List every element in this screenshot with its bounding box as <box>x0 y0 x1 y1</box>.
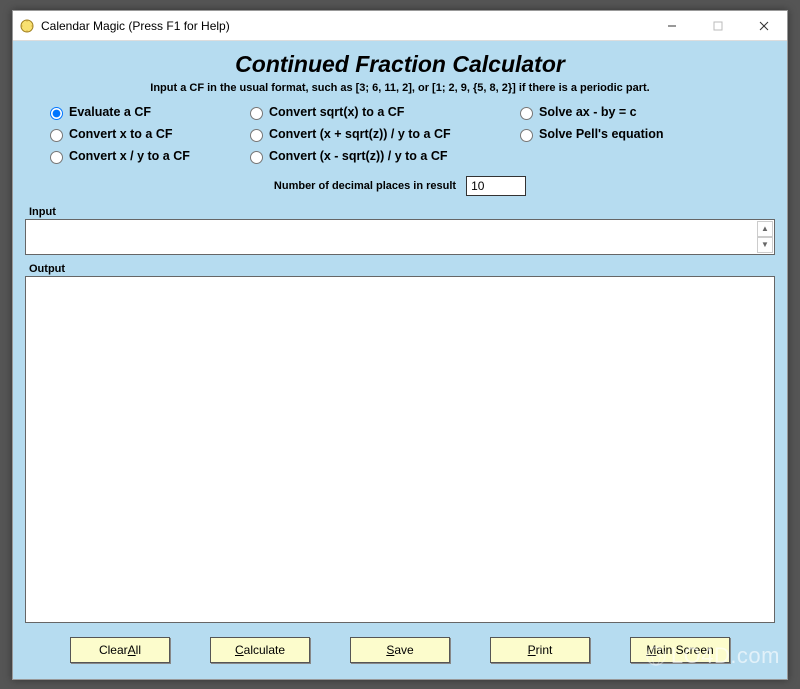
radio-label: Evaluate a CF <box>69 105 151 119</box>
decimal-places-label: Number of decimal places in result <box>274 180 456 192</box>
radio-convert-x-minus-sqrtz[interactable]: Convert (x - sqrt(z)) / y to a CF <box>245 148 515 164</box>
output-field[interactable] <box>25 276 775 623</box>
radio-convert-x-over-y-input[interactable] <box>50 151 63 164</box>
radio-convert-x-plus-sqrtz-input[interactable] <box>250 129 263 142</box>
radio-label: Convert sqrt(x) to a CF <box>269 105 404 119</box>
spinner-up-button[interactable]: ▲ <box>757 221 773 237</box>
maximize-button[interactable] <box>695 11 741 41</box>
chevron-down-icon: ▼ <box>761 241 769 249</box>
page-title: Continued Fraction Calculator <box>25 51 775 78</box>
radio-label: Convert (x - sqrt(z)) / y to a CF <box>269 149 447 163</box>
clear-all-button[interactable]: Clear All <box>70 637 170 663</box>
radio-convert-x-minus-sqrtz-input[interactable] <box>250 151 263 164</box>
instructions-text: Input a CF in the usual format, such as … <box>25 82 775 94</box>
button-row: Clear All Calculate Save Print Main Scre… <box>25 637 775 667</box>
radio-group: Evaluate a CF Convert sqrt(x) to a CF So… <box>45 104 755 164</box>
radio-label: Convert x / y to a CF <box>69 149 190 163</box>
titlebar-text: Calendar Magic (Press F1 for Help) <box>41 19 649 33</box>
main-screen-button[interactable]: Main Screen <box>630 637 730 663</box>
decimal-places-input[interactable] <box>466 176 526 196</box>
output-label: Output <box>29 263 775 275</box>
minimize-button[interactable] <box>649 11 695 41</box>
radio-evaluate-cf[interactable]: Evaluate a CF <box>45 104 245 120</box>
print-button[interactable]: Print <box>490 637 590 663</box>
chevron-up-icon: ▲ <box>761 225 769 233</box>
radio-label: Convert (x + sqrt(z)) / y to a CF <box>269 127 451 141</box>
radio-convert-x-plus-sqrtz[interactable]: Convert (x + sqrt(z)) / y to a CF <box>245 126 515 142</box>
radio-label: Solve ax - by = c <box>539 105 637 119</box>
spinner-down-button[interactable]: ▼ <box>757 237 773 253</box>
radio-convert-sqrtx[interactable]: Convert sqrt(x) to a CF <box>245 104 515 120</box>
decimal-places-row: Number of decimal places in result <box>25 176 775 196</box>
radio-convert-sqrtx-input[interactable] <box>250 107 263 120</box>
input-label: Input <box>29 206 775 218</box>
input-field-wrap: ▲ ▼ <box>25 219 775 255</box>
close-button[interactable] <box>741 11 787 41</box>
radio-solve-ax-by-input[interactable] <box>520 107 533 120</box>
radio-convert-x-over-y[interactable]: Convert x / y to a CF <box>45 148 245 164</box>
radio-label: Solve Pell's equation <box>539 127 664 141</box>
calculate-button[interactable]: Calculate <box>210 637 310 663</box>
radio-evaluate-cf-input[interactable] <box>50 107 63 120</box>
client-area: Continued Fraction Calculator Input a CF… <box>13 41 787 679</box>
save-button[interactable]: Save <box>350 637 450 663</box>
titlebar: Calendar Magic (Press F1 for Help) <box>13 11 787 41</box>
radio-solve-pell-input[interactable] <box>520 129 533 142</box>
input-field[interactable] <box>25 219 775 255</box>
input-spinner: ▲ ▼ <box>757 221 773 253</box>
radio-solve-ax-by[interactable]: Solve ax - by = c <box>515 104 715 120</box>
app-window: Calendar Magic (Press F1 for Help) Conti… <box>12 10 788 680</box>
radio-convert-x[interactable]: Convert x to a CF <box>45 126 245 142</box>
app-icon <box>19 18 35 34</box>
radio-convert-x-input[interactable] <box>50 129 63 142</box>
radio-solve-pell[interactable]: Solve Pell's equation <box>515 126 715 142</box>
radio-label: Convert x to a CF <box>69 127 173 141</box>
